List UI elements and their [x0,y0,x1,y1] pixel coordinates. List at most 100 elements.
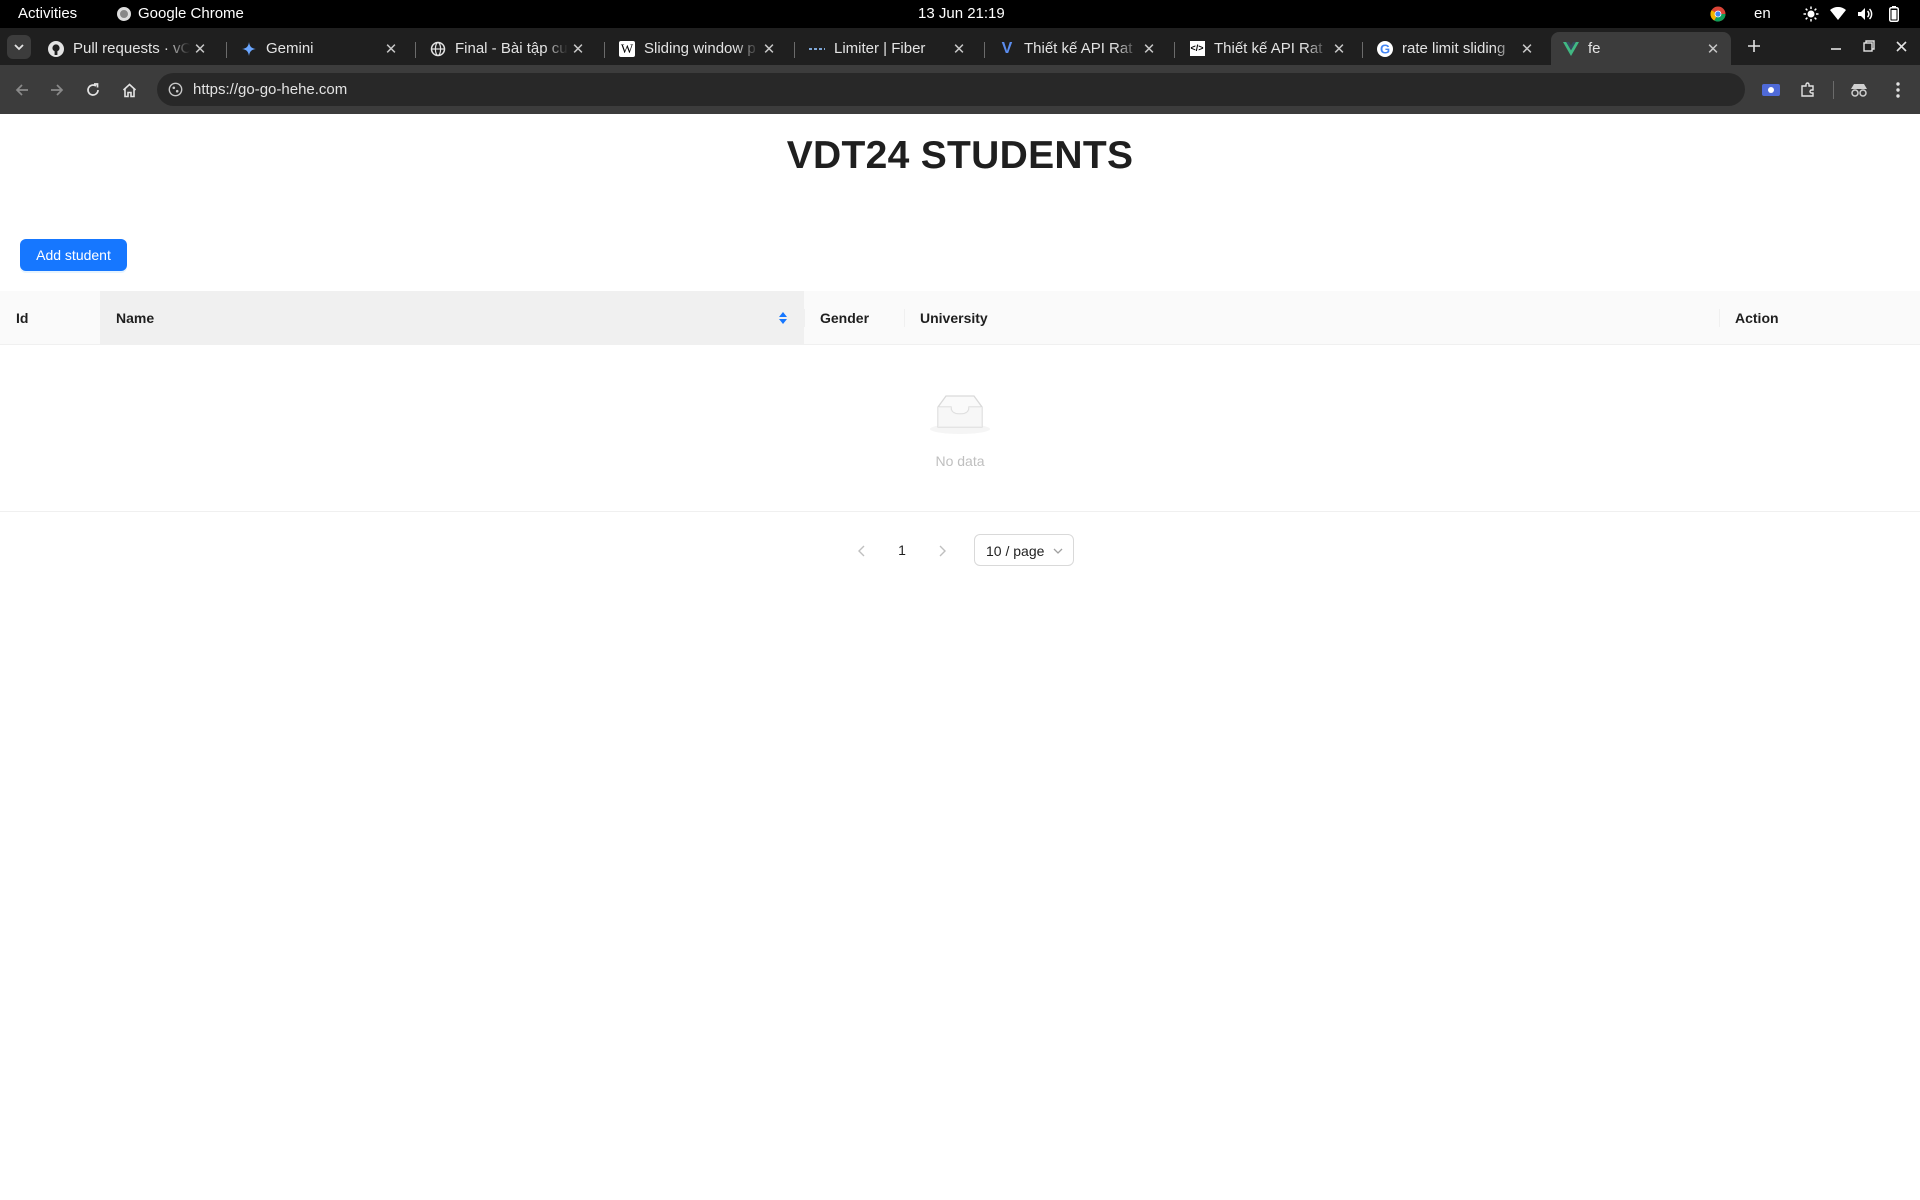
browser-toolbar: https://go-go-hehe.com [0,65,1920,114]
close-icon[interactable]: ✕ [1329,39,1349,59]
forward-button[interactable] [44,77,70,103]
system-top-bar: Activities Google Chrome 13 Jun 21:19 en [0,0,1920,28]
tab-pull-requests[interactable]: Pull requests · vC ✕ [36,32,218,65]
tab-strip: Pull requests · vC ✕ Gemini ✕ Final - Bà… [0,28,1920,65]
chevron-right-icon [939,545,946,557]
close-icon[interactable]: ✕ [1139,39,1159,59]
table-header: Id Name Gender University Action [0,291,1920,345]
app-name: Google Chrome [138,5,244,22]
tab-title: Thiết kế API Rat [1024,40,1133,57]
restore-button[interactable] [1858,35,1880,57]
chrome-tray-icon[interactable] [1709,5,1727,23]
tab-limiter-fiber[interactable]: Limiter | Fiber ✕ [797,32,977,65]
doc-icon: </> [1189,41,1205,57]
reload-button[interactable] [80,77,106,103]
tab-title: Sliding window p [644,40,756,57]
empty-inbox-icon [930,395,990,434]
svg-text:G: G [1380,41,1390,56]
activities-button[interactable]: Activities [18,0,77,28]
google-icon: G [1377,40,1393,57]
back-button[interactable] [9,77,35,103]
brightness-icon[interactable] [1802,5,1820,23]
close-icon[interactable]: ✕ [1517,39,1537,59]
github-icon [48,40,64,57]
viblo-icon: V [1001,39,1013,57]
add-student-button[interactable]: Add student [20,239,127,271]
tab-gemini[interactable]: Gemini ✕ [229,32,409,65]
close-icon[interactable]: ✕ [381,39,401,59]
extension-badge-icon [1762,84,1780,96]
menu-button[interactable] [1885,77,1911,103]
kebab-menu-icon [1896,82,1900,98]
column-header-id: Id [0,291,100,345]
chrome-icon [117,7,131,21]
tab-sliding-window[interactable]: W Sliding window p ✕ [607,32,787,65]
extensions-button[interactable] [1795,77,1821,103]
column-header-name[interactable]: Name [100,291,804,345]
close-window-button[interactable] [1890,35,1912,57]
wifi-icon[interactable] [1829,5,1847,23]
new-tab-button[interactable] [1742,34,1766,58]
url-text[interactable]: https://go-go-hehe.com [193,73,347,106]
reload-icon [87,83,99,96]
page-size-select[interactable]: 10 / page [974,534,1074,566]
close-icon[interactable]: ✕ [568,39,588,59]
tab-title: Gemini [266,40,314,57]
column-label: Name [116,310,155,326]
puzzle-icon [1801,82,1814,97]
chevron-down-icon [1053,535,1063,567]
profile-button[interactable] [1846,77,1872,103]
column-label: Gender [820,310,870,326]
arrow-left-icon [15,84,28,96]
arrow-right-icon [51,84,64,96]
minimize-button[interactable] [1825,35,1847,57]
tab-title: Pull requests · vC [73,40,190,57]
globe-icon [430,41,446,57]
tab-search-button[interactable] [7,35,31,59]
tab-thiet-ke-api-1[interactable]: V Thiết kế API Rat ✕ [987,32,1167,65]
close-icon [1895,40,1907,52]
vue-icon [1563,41,1579,57]
pagination-prev-button[interactable] [852,534,872,566]
clock[interactable]: 13 Jun 21:19 [918,0,1005,28]
students-table: Id Name Gender University Action No data [0,291,1920,512]
gemini-sparkle-icon [241,41,257,57]
column-label: Id [16,310,29,326]
fiber-icon [809,41,825,57]
plus-icon [1748,40,1760,52]
tab-title: Thiết kế API Rat [1214,40,1323,57]
tab-final-bai-tap[interactable]: Final - Bài tập cu ✕ [418,32,596,65]
app-menu[interactable]: Google Chrome [117,0,244,28]
site-info-icon[interactable] [168,82,183,97]
minimize-icon [1831,48,1841,50]
home-button[interactable] [116,77,142,103]
address-bar[interactable]: https://go-go-hehe.com [157,73,1745,106]
extension-button-1[interactable] [1758,77,1784,103]
wikipedia-icon: W [619,40,635,57]
incognito-profile-icon [1851,84,1867,97]
restore-icon [1863,40,1875,52]
pagination-page-1[interactable]: 1 [892,534,912,566]
close-icon[interactable]: ✕ [759,39,779,59]
sort-icon[interactable] [779,310,787,326]
pagination-next-button[interactable] [932,534,952,566]
tab-thiet-ke-api-2[interactable]: </> Thiết kế API Rat ✕ [1177,32,1357,65]
tab-rate-limit-sliding[interactable]: G rate limit sliding ✕ [1365,32,1545,65]
tab-title: rate limit sliding [1402,40,1506,57]
column-label: University [920,310,988,326]
home-icon [122,82,136,97]
pagination: 1 10 / page [0,534,1920,566]
tab-fe[interactable]: fe ✕ [1551,32,1731,65]
caret-down-icon [779,319,787,324]
battery-icon[interactable] [1885,5,1903,23]
column-header-university: University [904,291,1719,345]
tab-title: Limiter | Fiber [834,40,926,57]
volume-icon[interactable] [1856,5,1874,23]
page-size-value: 10 / page [986,543,1045,559]
language-indicator[interactable]: en [1754,0,1771,28]
column-header-gender: Gender [804,291,904,345]
close-icon[interactable]: ✕ [190,39,210,59]
table-body: No data [0,345,1920,512]
close-icon[interactable]: ✕ [1703,39,1723,59]
close-icon[interactable]: ✕ [949,39,969,59]
